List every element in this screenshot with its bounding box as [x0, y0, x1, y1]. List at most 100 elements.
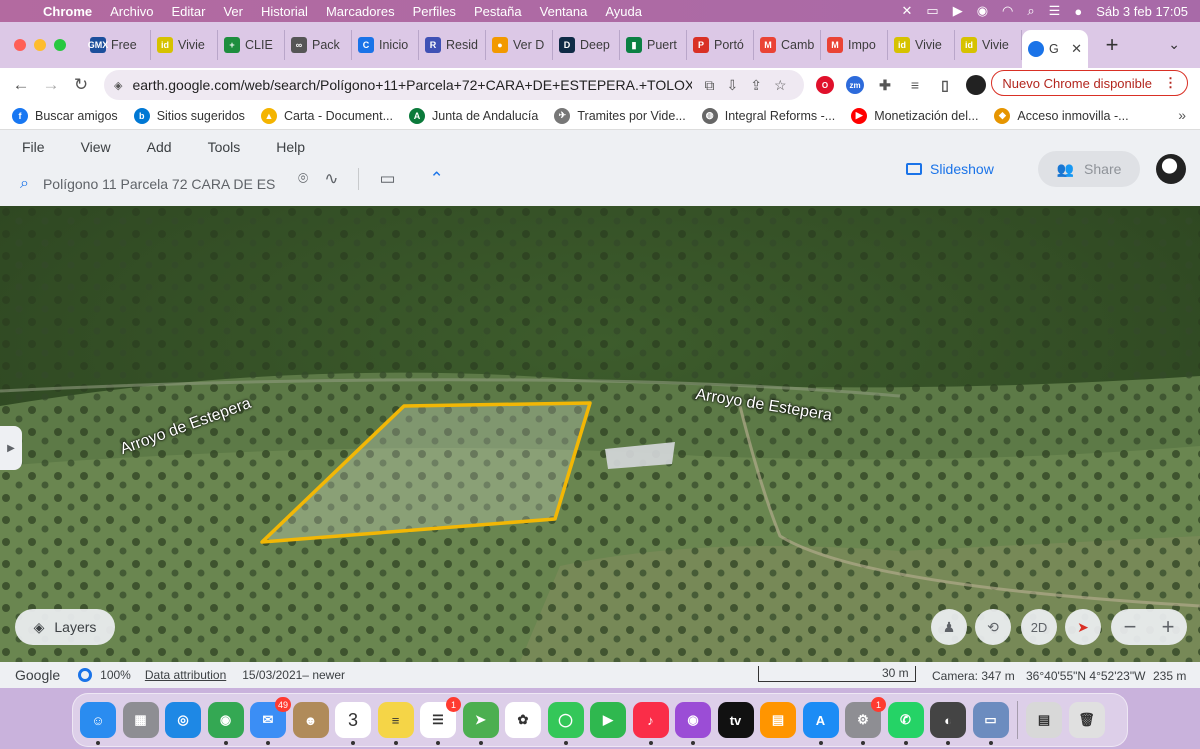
share-button[interactable]: 👥 Share	[1038, 151, 1140, 187]
mail-dock-icon[interactable]: ✉ 49	[250, 697, 291, 745]
tab-active-google-earth[interactable]: G ✕	[1022, 30, 1088, 68]
tab-11[interactable]: M Impo	[821, 30, 888, 60]
tab-1[interactable]: id Vivie	[151, 30, 218, 60]
facetime-dock-icon[interactable]: ▶	[590, 702, 626, 738]
minimize-window-button[interactable]	[34, 39, 46, 51]
close-tab-icon[interactable]: ✕	[1071, 41, 1082, 57]
earth-menu-help[interactable]: Help	[276, 139, 305, 155]
tab-10[interactable]: M Camb	[754, 30, 821, 60]
tab-search-chevron-icon[interactable]: ⌄	[1168, 36, 1180, 53]
books-dock-icon[interactable]: ▤	[760, 702, 796, 738]
reading-list-icon[interactable]: ≡	[906, 76, 924, 94]
tab-4[interactable]: C Inicio	[352, 30, 419, 60]
pegman-streetview-button[interactable]: ♟	[931, 609, 967, 645]
new-tab-button[interactable]: +	[1100, 32, 1124, 58]
path-icon[interactable]: ∿	[324, 169, 338, 189]
back-arrow-icon[interactable]: ←	[6, 75, 36, 95]
mute-icon[interactable]: ✕	[902, 3, 913, 19]
bookmark-item[interactable]: ◆ Acceso inmovilla -...	[994, 107, 1129, 124]
contacts-dock-icon[interactable]: ☻	[292, 702, 329, 738]
wifi-icon[interactable]: ◠	[1002, 3, 1013, 19]
music-dock-icon[interactable]: ♪	[632, 702, 669, 745]
whatsapp-dock-icon[interactable]: ✆	[887, 702, 924, 745]
reset-view-button[interactable]: ⟲	[975, 609, 1011, 645]
compass-button[interactable]: ➤	[1065, 609, 1101, 645]
side-panel-toggle[interactable]: ▶	[0, 426, 22, 470]
bookmark-item[interactable]: ▶ Monetización del...	[851, 107, 978, 124]
install-icon[interactable]: ⇩	[726, 77, 738, 94]
messages-dock-icon[interactable]: ◯	[547, 702, 584, 745]
launchpad-dock-icon[interactable]: ▦	[122, 702, 159, 738]
notes-dock-icon[interactable]: ≡	[377, 702, 414, 745]
menu-marcadores[interactable]: Marcadores	[326, 4, 395, 19]
share-page-icon[interactable]: ⇪	[750, 77, 762, 94]
bookmark-item[interactable]: ✈ Tramites por Vide...	[554, 107, 686, 124]
app-store-dock-icon[interactable]: A	[802, 702, 839, 745]
url-text[interactable]: earth.google.com/web/search/Polígono+11+…	[132, 77, 692, 93]
menu-ayuda[interactable]: Ayuda	[605, 4, 642, 19]
play-icon[interactable]: ▶	[953, 3, 963, 19]
preview-dock-icon[interactable]: ▭	[972, 702, 1009, 745]
reload-icon[interactable]: ↻	[66, 75, 96, 95]
placemark-icon[interactable]: ⌾	[298, 169, 308, 189]
menu-perfiles[interactable]: Perfiles	[413, 4, 456, 19]
tab-7[interactable]: D Deep	[553, 30, 620, 60]
bookmark-item[interactable]: f Buscar amigos	[12, 107, 118, 124]
reminders-dock-icon[interactable]: ☰ 1	[420, 697, 461, 745]
menu-archivo[interactable]: Archivo	[110, 4, 153, 19]
menu-historial[interactable]: Historial	[261, 4, 308, 19]
address-bar[interactable]: ◈ earth.google.com/web/search/Polígono+1…	[104, 70, 804, 100]
podcasts-dock-icon[interactable]: ◉	[675, 702, 711, 745]
chrome-dock-icon[interactable]: ◉	[207, 702, 244, 745]
earth-menu-file[interactable]: File	[22, 139, 45, 155]
trash-dock-icon[interactable]: 🗑	[1068, 702, 1105, 738]
more-bookmarks-icon[interactable]: »	[1178, 107, 1186, 123]
chevron-up-icon[interactable]: ⌃	[430, 169, 444, 189]
site-info-icon[interactable]: ◈	[114, 79, 122, 92]
zoom-in-button[interactable]: +	[1162, 614, 1175, 640]
data-attribution-link[interactable]: Data attribution	[145, 668, 226, 682]
user-icon[interactable]: ◉	[977, 3, 988, 19]
side-panel-icon[interactable]: ▯	[936, 76, 954, 94]
tab-13[interactable]: id Vivie	[955, 30, 1022, 60]
menu-editar[interactable]: Editar	[171, 4, 205, 19]
tab-6[interactable]: ● Ver D	[486, 30, 553, 60]
google-earth-app-dock-icon[interactable]: ◐	[930, 702, 966, 745]
profile-avatar[interactable]	[966, 75, 986, 95]
tab-2[interactable]: + CLIE	[218, 30, 285, 60]
zoom-window-button[interactable]	[54, 39, 66, 51]
measure-ruler-icon[interactable]: ▭	[379, 169, 395, 189]
update-chrome-button[interactable]: Nuevo Chrome disponible ⋮	[991, 70, 1188, 96]
menu-ventana[interactable]: Ventana	[540, 4, 588, 19]
calendar-dock-icon[interactable]: 3	[335, 702, 371, 745]
downloads-dock-icon[interactable]: ▤	[1026, 702, 1062, 738]
control-center-icon[interactable]: ☰	[1049, 3, 1061, 19]
earth-search-input[interactable]: Polígono 11 Parcela 72 CARA DE ESTEPERA.…	[43, 176, 275, 192]
menu-ver[interactable]: Ver	[223, 4, 243, 19]
finder-dock-icon[interactable]: ☺	[80, 702, 116, 745]
tab-0[interactable]: GMX Free	[84, 30, 151, 60]
earth-search-box[interactable]: ⌕ Polígono 11 Parcela 72 CARA DE ESTEPER…	[10, 166, 310, 202]
tab-3[interactable]: ∞ Pack	[285, 30, 352, 60]
tab-9[interactable]: P Portó	[687, 30, 754, 60]
menubar-clock[interactable]: Sáb 3 feb 17:05	[1096, 4, 1188, 19]
tv-dock-icon[interactable]: tv	[717, 702, 754, 738]
open-in-app-icon[interactable]: ⧉	[704, 77, 714, 94]
account-avatar[interactable]	[1156, 154, 1186, 184]
bookmark-item[interactable]: b Sitios sugeridos	[133, 107, 245, 124]
menu-pestana[interactable]: Pestaña	[474, 4, 522, 19]
slideshow-button[interactable]: Slideshow	[906, 161, 994, 177]
bookmark-star-icon[interactable]: ☆	[774, 77, 787, 94]
system-settings-dock-icon[interactable]: ⚙ 1	[845, 697, 886, 745]
safari-dock-icon[interactable]: ◎	[165, 702, 201, 738]
opera-extension-icon[interactable]: O	[816, 76, 834, 94]
forward-arrow-icon[interactable]: →	[36, 75, 66, 95]
photos-dock-icon[interactable]: ✿	[505, 702, 541, 738]
zoom-out-button[interactable]: −	[1124, 614, 1137, 640]
bookmark-item[interactable]: ▲ Carta - Document...	[260, 107, 393, 124]
extensions-puzzle-icon[interactable]: ✚	[876, 76, 894, 94]
tab-5[interactable]: R Resid	[419, 30, 486, 60]
maps-dock-icon[interactable]: ➤	[462, 702, 499, 745]
layers-button[interactable]: ◈ Layers	[15, 609, 115, 645]
bookmark-item[interactable]: A Junta de Andalucía	[409, 107, 538, 124]
